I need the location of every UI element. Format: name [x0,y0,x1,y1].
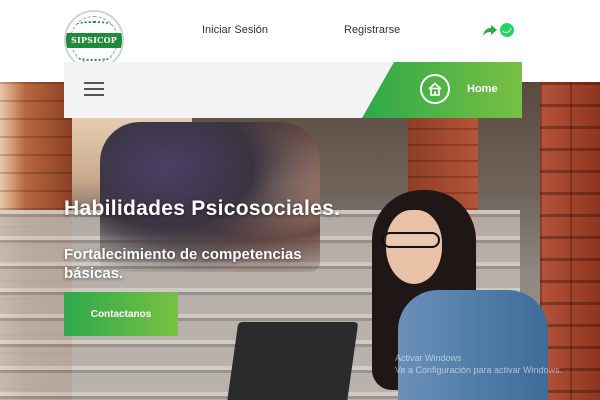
logo-arc-bottom [76,53,112,61]
hamburger-icon[interactable] [84,82,104,97]
share-icon[interactable] [482,22,498,38]
register-link[interactable]: Registrarse [344,24,400,36]
hero-subtitle: Fortalecimiento de competencias básicas. [64,246,302,282]
whatsapp-icon[interactable] [500,23,514,37]
student-jacket [398,290,548,400]
login-link[interactable]: Iniciar Sesión [202,24,268,36]
home-label: Home [467,83,498,95]
home-icon [420,74,450,104]
contact-button[interactable]: Contactanos [64,292,178,336]
laptop [225,322,359,400]
main-menu-bar: Home [64,62,522,118]
logo-arc-top [76,21,112,29]
watermark-line-1: Activar Windows [395,353,462,363]
student-glasses [382,232,440,248]
watermark-line-2: Ve a Configuración para activar Windows. [395,365,563,375]
windows-activation-watermark: Activar Windows Ve a Configuración para … [395,352,595,376]
logo-text: SIPSICOP [66,33,122,48]
hero-title: Habilidades Psicosociales. [64,197,341,220]
home-tab[interactable]: Home [362,62,522,118]
sipsicop-logo[interactable]: SIPSICOP [64,10,124,70]
